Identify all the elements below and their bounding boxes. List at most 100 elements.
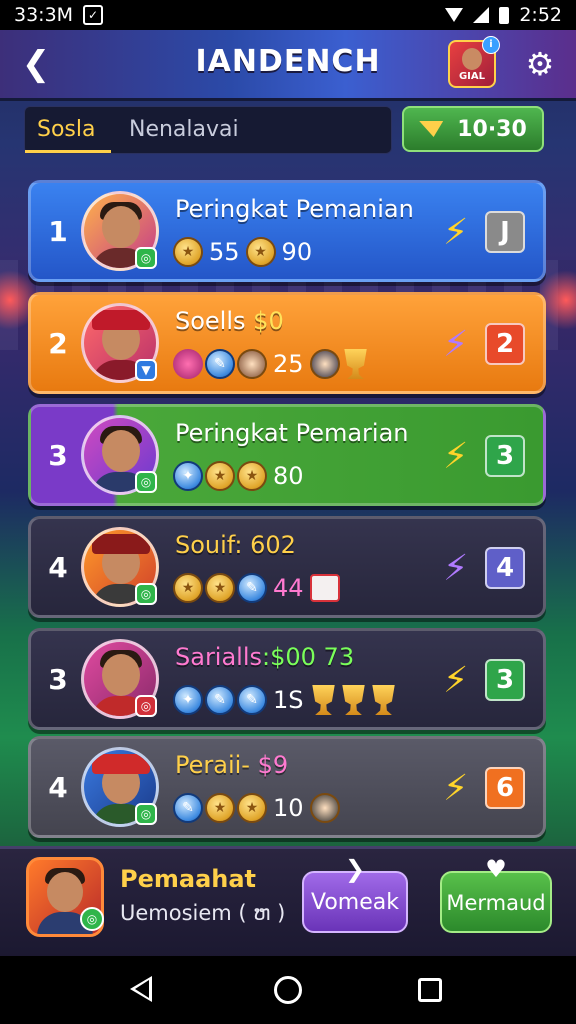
leaderboard-row[interactable]: 4 ◎ Peraii- $9 ✎ ★ ★ 10 ⚡ 6 (28, 736, 546, 838)
coin-icon: ★ (205, 461, 235, 491)
my-player-subtitle: Uemosiem ( ຫ ) (120, 901, 286, 925)
reward-count: 90 (281, 238, 313, 266)
rewards-list: ★ 55 ★ 90 (173, 235, 316, 269)
status-time-left: 33:3M (14, 4, 74, 26)
player-name: Sarialls:$00 73 (175, 643, 355, 671)
tab-nenalavai[interactable]: Nenalavai (129, 107, 239, 153)
leaderboard-row[interactable]: 1 ◎ Peringkat Pemanian ★ 55 ★ 90 ⚡ J (28, 180, 546, 282)
rank-number: 3 (48, 438, 68, 472)
sword-orb-icon: ✎ (237, 685, 267, 715)
coin-icon: ★ (237, 461, 267, 491)
battery-icon (499, 6, 510, 24)
my-player-name: Pemaahat (120, 865, 257, 893)
rank-badge: 4 (485, 547, 525, 589)
player-name: Soells $0 (175, 307, 284, 335)
officer-icon (309, 349, 340, 379)
reward-label: 10·30 (457, 116, 527, 142)
reward-count: 44 (273, 574, 304, 602)
envelope-icon (419, 121, 444, 137)
rank-number: 4 (48, 550, 68, 584)
player-name: Souif: 602 (175, 531, 296, 559)
player-name: Peraii- $9 (175, 751, 289, 779)
reward-count: 10 (273, 794, 304, 822)
lightning-icon: ⚡ (443, 660, 469, 701)
reward-count: 25 (273, 350, 304, 378)
coin-icon: ★ (237, 793, 267, 823)
leaderboard-row[interactable]: 3 ◎ Peringkat Pemarian ✦ ★ ★ 80 ⚡ 3 (28, 404, 546, 506)
coin-icon: ★ (173, 573, 203, 603)
signal-icon (473, 7, 490, 23)
rank-number: 1 (48, 214, 68, 248)
reward-button[interactable]: 10·30 (402, 106, 544, 152)
rank-number: 2 (48, 326, 68, 360)
nav-recents-icon[interactable] (418, 978, 442, 1002)
sword-orb-icon: ✎ (205, 349, 235, 379)
current-player-bar: ◎ Pemaahat Uemosiem ( ຫ ) ❯ Vomeak ♥ Mer… (0, 846, 576, 959)
sword-orb-icon: ✎ (237, 573, 267, 603)
coin-icon: ★ (205, 793, 235, 823)
status-bar: 33:3M ✓ 2:52 (0, 0, 576, 30)
trophy-icon (372, 685, 395, 715)
rewards-list: ✎ 25 (173, 347, 370, 381)
reward-count: 1S (273, 686, 304, 714)
info-badge-icon: i (482, 36, 500, 54)
system-nav-bar (0, 956, 576, 1024)
rank-badge: 2 (485, 323, 525, 365)
player-badge-icon: ▼ (135, 359, 157, 381)
rank-number: 3 (48, 662, 68, 696)
nav-home-icon[interactable] (274, 976, 302, 1004)
hat-coin-icon (309, 793, 340, 823)
rank-badge: 3 (485, 435, 525, 477)
my-badge-icon: ◎ (80, 907, 104, 931)
arrow-right-icon: ❯ (344, 855, 366, 883)
rank-number: 4 (48, 770, 68, 804)
rank-badge: 3 (485, 659, 525, 701)
star-orb-icon: ✦ (173, 685, 203, 715)
profile-avatar-button[interactable]: GIAL i (448, 36, 500, 88)
rewards-list: ★ ★ ✎ 44 (173, 571, 340, 605)
avatar-label: GIAL (458, 71, 486, 82)
tab-sosla[interactable]: Sosla (25, 107, 111, 153)
mermaud-button[interactable]: ♥ Mermaud (440, 857, 552, 933)
reward-count: 80 (273, 462, 304, 490)
player-badge-icon: ◎ (135, 803, 157, 825)
rewards-list: ✦ ✎ ✎ 1S (173, 683, 398, 717)
lightning-icon: ⚡ (443, 436, 469, 477)
status-time-right: 2:52 (519, 4, 562, 26)
reward-count: 55 (209, 238, 240, 266)
player-name: Peringkat Pemanian (175, 195, 414, 223)
sword-orb-icon: ✎ (205, 685, 235, 715)
leaderboard-row[interactable]: 3 ◎ Sarialls:$00 73 ✦ ✎ ✎ 1S ⚡ 3 (28, 628, 546, 730)
coin-icon: ★ (245, 237, 276, 267)
leaderboard-tabs: Sosla Nenalavai (24, 106, 392, 154)
vomeak-button-label: Vomeak (311, 890, 399, 915)
leaderboard-row[interactable]: 4 ◎ Souif: 602 ★ ★ ✎ 44 ⚡ 4 (28, 516, 546, 618)
avatar-face (462, 48, 482, 70)
coin-icon: ★ (205, 573, 235, 603)
lightning-icon: ⚡ (443, 324, 469, 365)
berries-icon (173, 349, 203, 379)
header: ❮ IANDENCH GIAL i ⚙ (0, 30, 576, 101)
leaderboard-row[interactable]: 2 ▼ Soells $0 ✎ 25 ⚡ 2 (28, 292, 546, 394)
coin-icon: ★ (173, 237, 203, 267)
mermaud-button-label: Mermaud (446, 891, 546, 915)
gift-icon (309, 574, 340, 602)
rewards-list: ✎ ★ ★ 10 (173, 791, 340, 825)
player-name: Peringkat Pemarian (175, 419, 409, 447)
trophy-icon (344, 349, 367, 379)
location-pin-icon: ♥ (485, 855, 507, 883)
player-badge-icon: ◎ (135, 471, 157, 493)
player-badge-icon: ◎ (135, 695, 157, 717)
lightning-icon: ⚡ (443, 768, 469, 809)
star-orb-icon: ✦ (173, 461, 203, 491)
sword-orb-icon: ✎ (173, 793, 203, 823)
nav-back-icon[interactable] (130, 976, 152, 1002)
player-badge-icon: ◎ (135, 247, 157, 269)
settings-gear-icon[interactable]: ⚙ (522, 46, 558, 82)
vomeak-button[interactable]: ❯ Vomeak (302, 857, 408, 933)
player-badge-icon: ◎ (135, 583, 157, 605)
character-icon (237, 349, 267, 379)
lightning-icon: ⚡ (443, 212, 469, 253)
rank-badge: 6 (485, 767, 525, 809)
trophy-icon (312, 685, 335, 715)
